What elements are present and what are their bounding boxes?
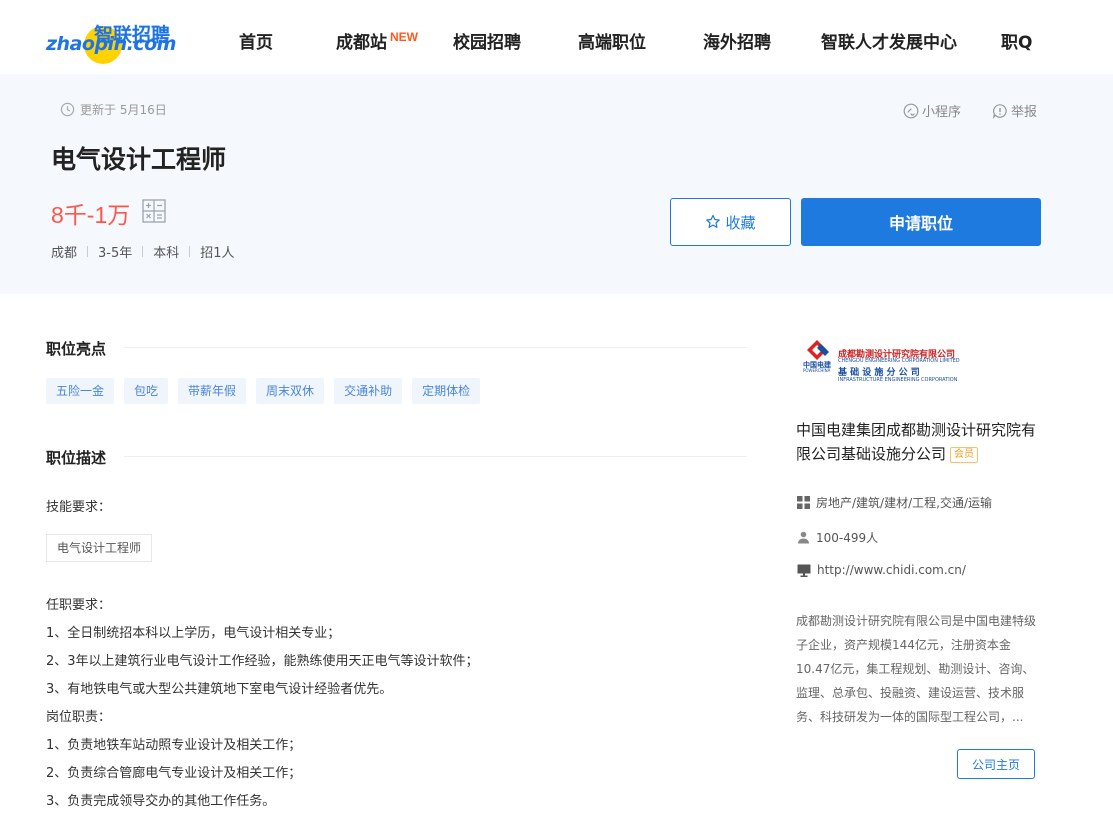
desc-line: 3、有地铁电气或大型公共建筑地下室电气设计经验者优先。 [46,682,393,697]
skills-label: 技能要求： [46,500,112,515]
meta-headcount: 招1人 [200,246,235,261]
company-website[interactable]: http://www.chidi.com.cn/ [817,563,966,577]
meta-city: 成都 [51,246,78,261]
top-header: 智联招聘 zhaopin.com 首页 成都站 NEW 校园招聘 高端职位 海外… [0,0,1113,74]
company-logo[interactable]: 中国电建 POWERCHINA 成都勘测设计研究院有限公司 CHENGDU EN… [803,336,973,390]
highlight-tag: 五险一金 [46,378,115,404]
meta-education: 本科 [153,246,180,261]
mini-program-label: 小程序 [922,105,962,120]
favorite-button[interactable]: 收藏 [670,198,791,246]
vip-badge: 会员 [950,447,979,463]
highlight-tag: 包吃 [124,378,169,404]
report-label: 举报 [1011,105,1038,120]
nav-new-badge: NEW [390,30,418,44]
logo-mark-en: POWERCHINA [803,368,831,373]
company-home-button[interactable]: 公司主页 [957,749,1035,779]
desc-line: 1、全日制统招本科以上学历，电气设计相关专业； [46,626,341,641]
company-size-row: 100-499人 [797,529,878,546]
favorite-label: 收藏 [725,213,756,232]
highlight-tag: 带薪年假 [178,378,247,404]
monitor-icon [797,564,811,577]
desc-line: 2、负责综合管廊电气专业设计及相关工作； [46,766,302,781]
nav-zhiq[interactable]: 职Q [1001,28,1032,53]
nav-campus[interactable]: 校园招聘 [453,28,521,53]
nav-chengdu[interactable]: 成都站 [336,28,387,53]
meta-experience: 3-5年 [98,246,133,261]
company-size: 100-499人 [816,531,879,545]
logo-line2: CHENGDU ENGINEERING CORPORATION LIMITED [838,358,960,364]
section-divider [124,456,747,457]
star-icon [706,214,721,228]
salary: 8千-1万 [51,202,131,228]
company-website-row: http://www.chidi.com.cn/ [797,563,966,577]
nav-senior[interactable]: 高端职位 [578,28,646,53]
nav-overseas[interactable]: 海外招聘 [703,28,771,53]
job-title: 电气设计工程师 [51,145,227,174]
highlight-tags: 五险一金 包吃 带薪年假 周末双休 交通补助 定期体检 [46,378,490,404]
person-icon [798,531,809,544]
company-name-block: 中国电建集团成都勘测设计研究院有限公司基础设施分公司 会员 [796,418,1046,466]
logo-line4: INFRASTRUCTURE ENGINEERING CORPORATION [838,377,958,383]
nav-home[interactable]: 首页 [239,28,273,53]
highlight-tag: 交通补助 [334,378,403,404]
highlight-tag: 周末双休 [256,378,325,404]
desc-line: 2、3年以上建筑行业电气设计工作经验，能熟练使用天正电气等设计软件； [46,654,479,669]
calculator-icon[interactable] [142,199,166,223]
grid-icon [797,496,810,509]
highlight-tag: 定期体检 [412,378,481,404]
mini-program-icon [903,103,919,118]
report-icon [992,103,1007,119]
updated-text: 更新于 5月16日 [80,103,167,117]
desc-line: 1、负责地铁车站动照专业设计及相关工作； [46,738,302,753]
apply-button[interactable]: 申请职位 [801,198,1041,246]
zhaopin-logo[interactable]: 智联招聘 zhaopin.com [46,20,176,64]
nav-talent-center[interactable]: 智联人才发展中心 [821,28,957,53]
section-divider [124,347,747,348]
mini-program-link[interactable]: 小程序 [903,101,961,120]
highlights-title: 职位亮点 [46,340,107,358]
meta-divider [189,246,191,257]
company-description: 成都勘测设计研究院有限公司是中国电建特级子企业，资产规模144亿元，注册资本金1… [796,614,1037,724]
company-industry-row: 房地产/建筑/建材/工程,交通/运输 [797,494,992,511]
report-link[interactable]: 举报 [992,101,1037,120]
company-name[interactable]: 中国电建集团成都勘测设计研究院有限公司基础设施分公司 [796,421,1036,463]
clock-icon [60,102,75,117]
company-industry: 房地产/建筑/建材/工程,交通/运输 [816,496,992,510]
meta-divider [87,246,89,257]
meta-divider [142,246,144,257]
description-title: 职位描述 [46,449,107,467]
updated-info: 更新于 5月16日 [60,101,167,118]
logo-en-text: zhaopin.com [46,33,176,55]
skill-tag: 电气设计工程师 [46,534,153,562]
desc-line: 任职要求： [46,598,112,613]
desc-line: 岗位职责： [46,710,112,725]
job-meta: 成都 3-5年 本科 招1人 [51,242,235,261]
desc-line: 3、负责完成领导交办的其他工作任务。 [46,794,276,809]
